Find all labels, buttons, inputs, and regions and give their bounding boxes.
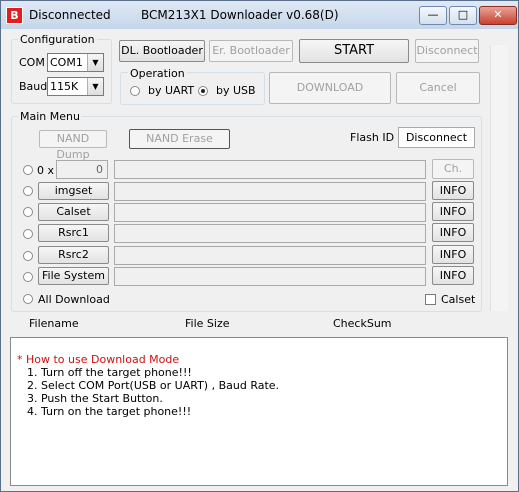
file-path-field-rsrc1	[114, 224, 426, 243]
calset-info-button[interactable]: INFO	[432, 202, 474, 221]
configuration-label: Configuration	[18, 33, 97, 46]
uart-radio[interactable]	[130, 86, 140, 96]
rsrc2-button[interactable]: Rsrc2	[38, 246, 109, 264]
com-port-value: COM1	[50, 56, 83, 69]
file-system-radio[interactable]	[23, 272, 33, 282]
maximize-button[interactable]: □	[449, 6, 477, 25]
address-radio[interactable]	[23, 165, 33, 175]
rsrc1-radio[interactable]	[23, 229, 33, 239]
file-size-column-header: File Size	[185, 317, 230, 330]
help-step-3: 3. Push the Start Button.	[27, 392, 163, 405]
rsrc2-radio[interactable]	[23, 251, 33, 261]
app-window: B Disconnected BCM213X1 Downloader v0.68…	[0, 0, 519, 492]
close-button[interactable]: ✕	[479, 6, 517, 25]
help-step-1: 1. Turn off the target phone!!!	[27, 366, 192, 379]
chevron-down-icon: ▼	[87, 54, 103, 71]
uart-label: by UART	[148, 84, 195, 97]
file-path-field-imgset	[114, 182, 426, 201]
rsrc1-button[interactable]: Rsrc1	[38, 224, 109, 242]
cancel-button[interactable]: Cancel	[396, 72, 480, 104]
imgset-radio[interactable]	[23, 186, 33, 196]
usb-radio[interactable]	[198, 86, 208, 96]
help-step-4: 4. Turn on the target phone!!!	[27, 405, 192, 418]
flash-id-field: Disconnect	[398, 127, 475, 148]
baud-rate-select[interactable]: 115K ▼	[47, 77, 104, 96]
baud-label: Baud	[19, 80, 48, 93]
calset-button[interactable]: Calset	[38, 203, 109, 221]
calset-checkbox-label: Calset	[441, 293, 476, 306]
all-download-radio[interactable]	[23, 294, 33, 304]
calset-checkbox[interactable]	[425, 294, 436, 305]
disconnect-button[interactable]: Disconnect	[415, 39, 479, 63]
dl-bootloader-button[interactable]: DL. Bootloader	[119, 40, 205, 62]
usb-label: by USB	[216, 84, 256, 97]
download-button[interactable]: DOWNLOAD	[269, 72, 391, 104]
file-path-field-file-system	[114, 267, 426, 286]
app-icon: B	[6, 7, 23, 24]
imgset-info-button[interactable]: INFO	[432, 181, 474, 200]
connection-status-title: Disconnected	[29, 8, 111, 22]
file-system-info-button[interactable]: INFO	[432, 266, 474, 285]
flash-id-label: Flash ID	[350, 131, 395, 144]
rsrc1-info-button[interactable]: INFO	[432, 223, 474, 242]
minimize-button[interactable]: —	[419, 6, 447, 25]
start-button[interactable]: START	[299, 39, 409, 63]
hex-prefix-label: 0 x	[37, 164, 55, 177]
nand-dump-button[interactable]: NAND Dump	[39, 130, 107, 161]
rsrc2-info-button[interactable]: INFO	[432, 245, 474, 264]
chevron-down-icon: ▼	[87, 78, 103, 95]
file-path-field-rsrc2	[114, 246, 426, 265]
help-step-2: 2. Select COM Port(USB or UART) , Baud R…	[27, 379, 280, 392]
window-title: BCM213X1 Downloader v0.68(D)	[141, 8, 339, 22]
title-bar[interactable]: B Disconnected BCM213X1 Downloader v0.68…	[1, 1, 518, 29]
address-input[interactable]: 0	[56, 160, 108, 179]
imgset-button[interactable]: imgset	[38, 182, 109, 200]
file-system-button[interactable]: File System	[38, 267, 109, 285]
nand-erase-button[interactable]: NAND Erase	[129, 129, 230, 149]
com-label: COM	[19, 56, 45, 69]
main-menu-label: Main Menu	[18, 110, 82, 123]
log-panel[interactable]: * How to use Download Mode 1. Turn off t…	[10, 337, 508, 486]
com-port-select[interactable]: COM1 ▼	[47, 53, 104, 72]
right-scrollbar[interactable]	[490, 45, 508, 311]
er-bootloader-button[interactable]: Er. Bootloader	[209, 40, 293, 62]
checksum-column-header: CheckSum	[333, 317, 392, 330]
client-area: Configuration COM COM1 ▼ Baud 115K ▼ DL.…	[7, 30, 512, 486]
filename-column-header: Filename	[29, 317, 79, 330]
all-download-label: All Download	[38, 293, 110, 306]
baud-rate-value: 115K	[50, 80, 79, 93]
file-path-field-0	[114, 160, 426, 179]
file-path-field-calset	[114, 203, 426, 222]
help-heading: * How to use Download Mode	[17, 353, 180, 366]
operation-label: Operation	[128, 67, 187, 80]
calset-radio[interactable]	[23, 207, 33, 217]
change-file-button[interactable]: Ch. File	[432, 159, 474, 193]
